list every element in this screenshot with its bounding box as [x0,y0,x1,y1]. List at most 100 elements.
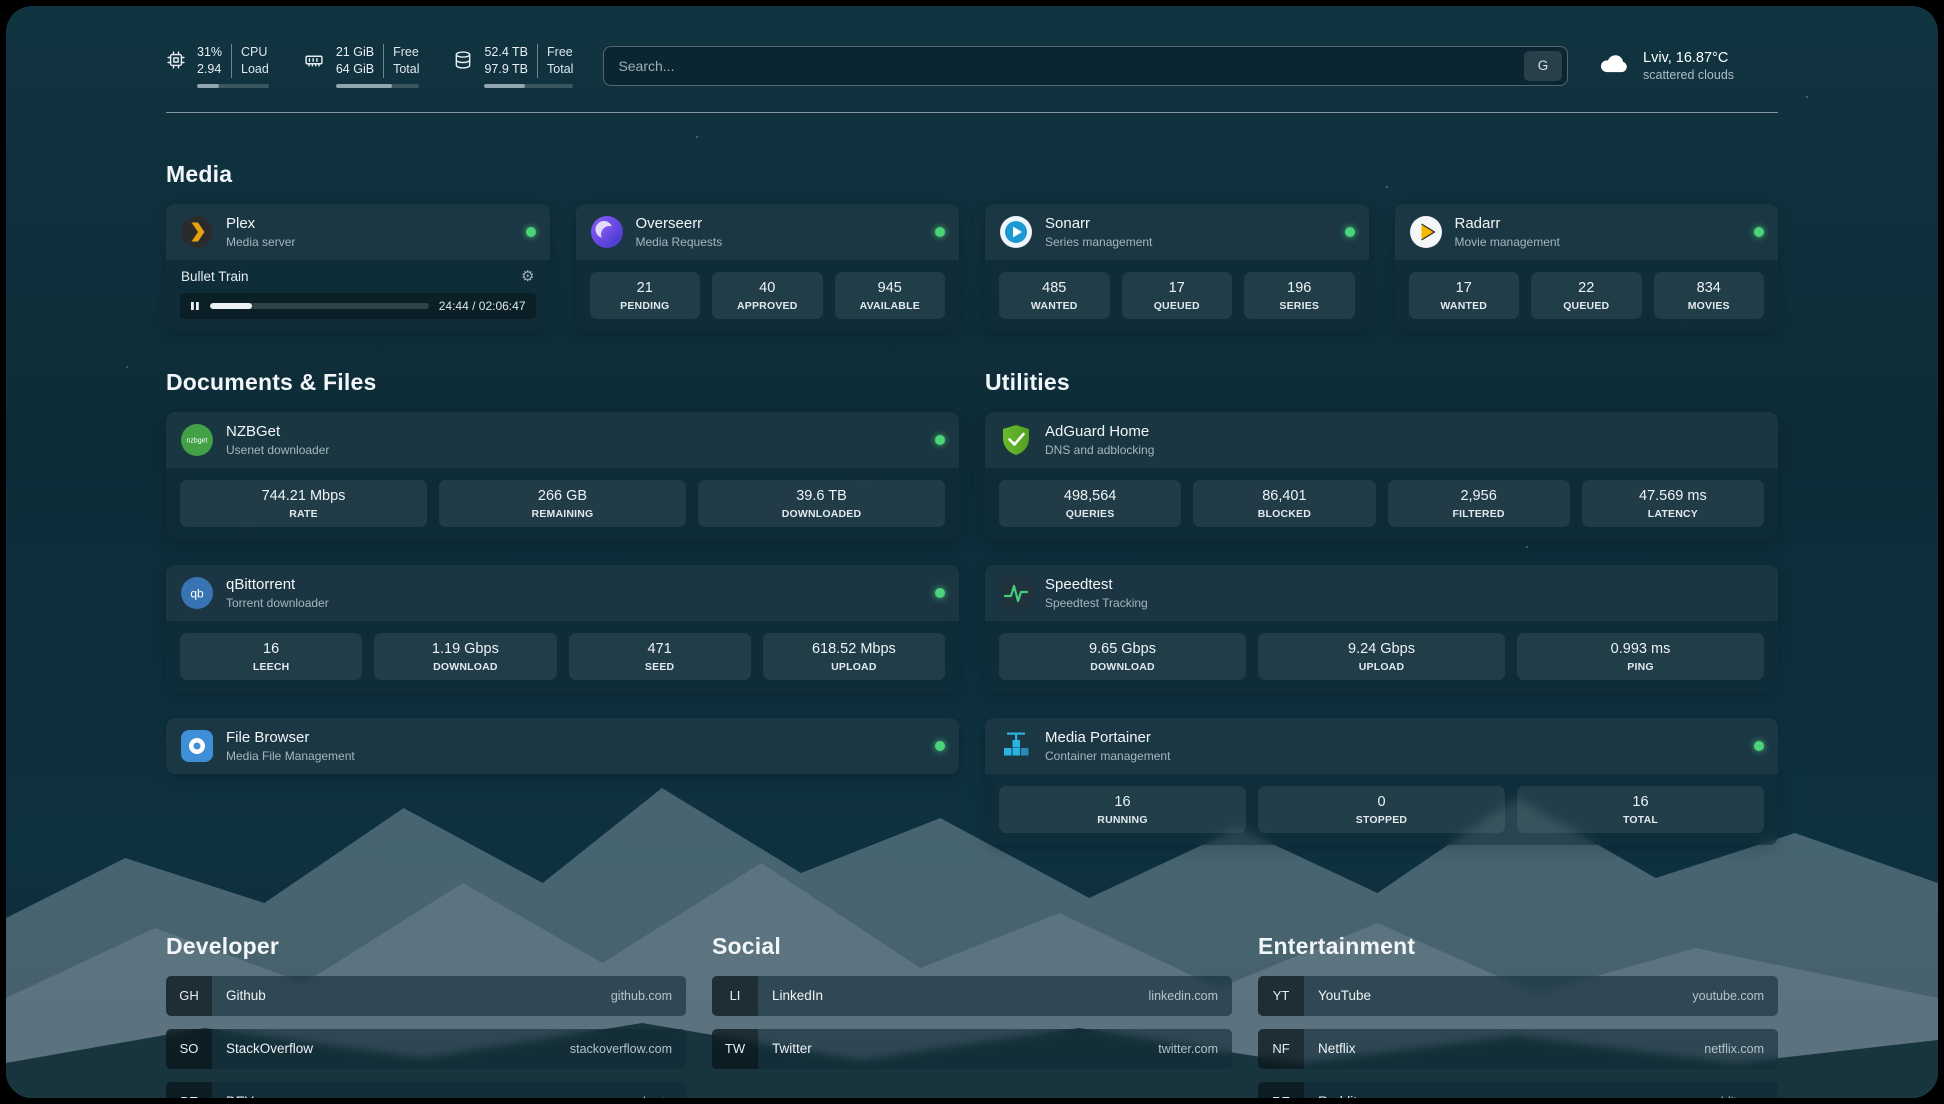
cpu-load-value: 2.94 [197,61,222,78]
stat-block: 0.993 msPING [1517,633,1764,680]
bookmark-reddit[interactable]: RE Reddit reddit.com [1258,1082,1778,1098]
status-dot [935,588,945,598]
stat-block: 618.52 MbpsUPLOAD [763,633,945,680]
bookmark-netflix[interactable]: NF Netflix netflix.com [1258,1029,1778,1069]
service-link-plex[interactable]: Plex Media server [166,204,550,260]
service-card-overseerr: Overseerr Media Requests 21PENDING 40APP… [576,204,960,331]
bookmark-twitter[interactable]: TW Twitter twitter.com [712,1029,1232,1069]
status-dot [935,435,945,445]
service-subtitle: DNS and adblocking [1045,443,1154,457]
service-name: qBittorrent [226,576,329,593]
cpu-progress-fill [197,84,219,88]
service-card-qbittorrent: qb qBittorrent Torrent downloader 16LEEC… [166,565,959,692]
stat-block: 834MOVIES [1654,272,1765,319]
service-link-nzbget[interactable]: nzbget NZBGet Usenet downloader [166,412,959,468]
bookmark-name: Github [212,988,266,1003]
stat-block: 196SERIES [1244,272,1355,319]
bookmark-youtube[interactable]: YT YouTube youtube.com [1258,976,1778,1016]
status-dot [1345,227,1355,237]
bookmark-github[interactable]: GH Github github.com [166,976,686,1016]
playback-progress-bar[interactable] [210,303,429,309]
stat-block: 16RUNNING [999,786,1246,833]
bookmark-linkedin[interactable]: LI LinkedIn linkedin.com [712,976,1232,1016]
section-title-utilities: Utilities [985,369,1778,396]
disk-icon [453,44,473,70]
service-name: File Browser [226,729,355,746]
service-link-overseerr[interactable]: Overseerr Media Requests [576,204,960,260]
stat-block: 0STOPPED [1258,786,1505,833]
bookmark-dev[interactable]: DT DEV dev.to [166,1082,686,1098]
memory-icon [303,44,325,70]
stat-block: 17QUEUED [1122,272,1233,319]
system-widgets: 31% 2.94 CPU Load [166,44,573,88]
section-title-social: Social [712,933,1232,960]
service-name: Sonarr [1045,215,1152,232]
stat-block: 86,401BLOCKED [1193,480,1375,527]
stat-block: 485WANTED [999,272,1110,319]
service-subtitle: Movie management [1455,235,1560,249]
service-link-adguard[interactable]: AdGuard Home DNS and adblocking [985,412,1778,468]
pause-icon[interactable] [190,301,200,311]
cpu-load-label: Load [241,61,269,78]
bookmark-name: StackOverflow [212,1041,313,1056]
search-engine-button[interactable]: G [1524,51,1562,81]
nzbget-icon: nzbget [180,423,214,457]
disk-total-label: Total [547,61,573,78]
section-title-entertainment: Entertainment [1258,933,1778,960]
bookmarks-entertainment: Entertainment YT YouTube youtube.com NF … [1258,933,1778,1098]
service-link-qbittorrent[interactable]: qb qBittorrent Torrent downloader [166,565,959,621]
stat-block: 40APPROVED [712,272,823,319]
bookmark-abbr: YT [1258,976,1304,1016]
svg-text:nzbget: nzbget [186,437,207,444]
memory-progress-fill [336,84,392,88]
service-card-nzbget: nzbget NZBGet Usenet downloader 744.21 M… [166,412,959,539]
stat-block: 2,956FILTERED [1388,480,1570,527]
service-subtitle: Media Requests [636,235,723,249]
disk-free-label: Free [547,44,573,61]
bookmark-url: youtube.com [1692,989,1778,1003]
bookmark-name: DEV [212,1094,254,1098]
radarr-icon [1409,215,1443,249]
stat-block: 744.21 MbpsRATE [180,480,427,527]
memory-total-value: 64 GiB [336,61,374,78]
service-link-speedtest[interactable]: Speedtest Speedtest Tracking [985,565,1778,621]
dashboard-screen: 31% 2.94 CPU Load [6,6,1938,1098]
disk-progress-bar [484,84,573,88]
bookmark-url: linkedin.com [1149,989,1232,1003]
stat-block: 1.19 GbpsDOWNLOAD [374,633,556,680]
service-name: Radarr [1455,215,1560,232]
service-card-adguard: AdGuard Home DNS and adblocking 498,564Q… [985,412,1778,539]
status-dot [526,227,536,237]
bookmark-abbr: RE [1258,1082,1304,1098]
filebrowser-icon [180,729,214,763]
memory-free-label: Free [393,44,419,61]
stat-block: 47.569 msLATENCY [1582,480,1764,527]
service-link-radarr[interactable]: Radarr Movie management [1395,204,1779,260]
bookmark-stackoverflow[interactable]: SO StackOverflow stackoverflow.com [166,1029,686,1069]
background-snow [6,6,8,8]
service-name: AdGuard Home [1045,423,1154,440]
status-dot [935,741,945,751]
service-card-filebrowser: File Browser Media File Management [166,718,959,774]
disk-progress-fill [484,84,525,88]
bookmark-url: github.com [611,989,686,1003]
now-playing-title: Bullet Train [181,269,249,284]
service-link-portainer[interactable]: Media Portainer Container management [985,718,1778,774]
service-card-sonarr: Sonarr Series management 485WANTED 17QUE… [985,204,1369,331]
service-name: Overseerr [636,215,723,232]
gear-icon[interactable]: ⚙ [521,269,534,284]
service-link-sonarr[interactable]: Sonarr Series management [985,204,1369,260]
stat-block: 16TOTAL [1517,786,1764,833]
bookmark-abbr: LI [712,976,758,1016]
service-link-filebrowser[interactable]: File Browser Media File Management [166,718,959,774]
service-card-radarr: Radarr Movie management 17WANTED 22QUEUE… [1395,204,1779,331]
adguard-icon [999,423,1033,457]
stat-block: 9.24 GbpsUPLOAD [1258,633,1505,680]
search-input[interactable] [604,58,1524,74]
bookmark-url: twitter.com [1158,1042,1232,1056]
stat-block: 22QUEUED [1531,272,1642,319]
bookmark-url: reddit.com [1706,1095,1778,1098]
search-bar[interactable]: G [603,46,1568,86]
stat-block: 498,564QUERIES [999,480,1181,527]
plex-now-playing: Bullet Train ⚙ 24:44 / 02:06:47 [166,260,550,331]
